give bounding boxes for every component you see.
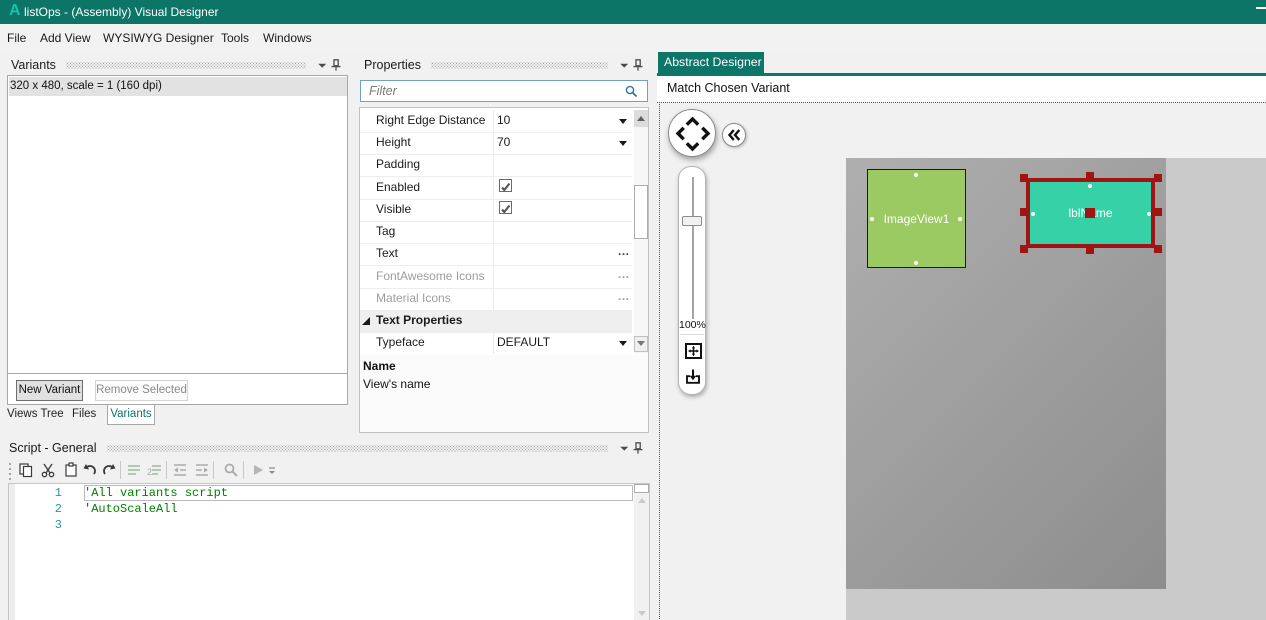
svg-text:2: 2 — [147, 467, 152, 477]
